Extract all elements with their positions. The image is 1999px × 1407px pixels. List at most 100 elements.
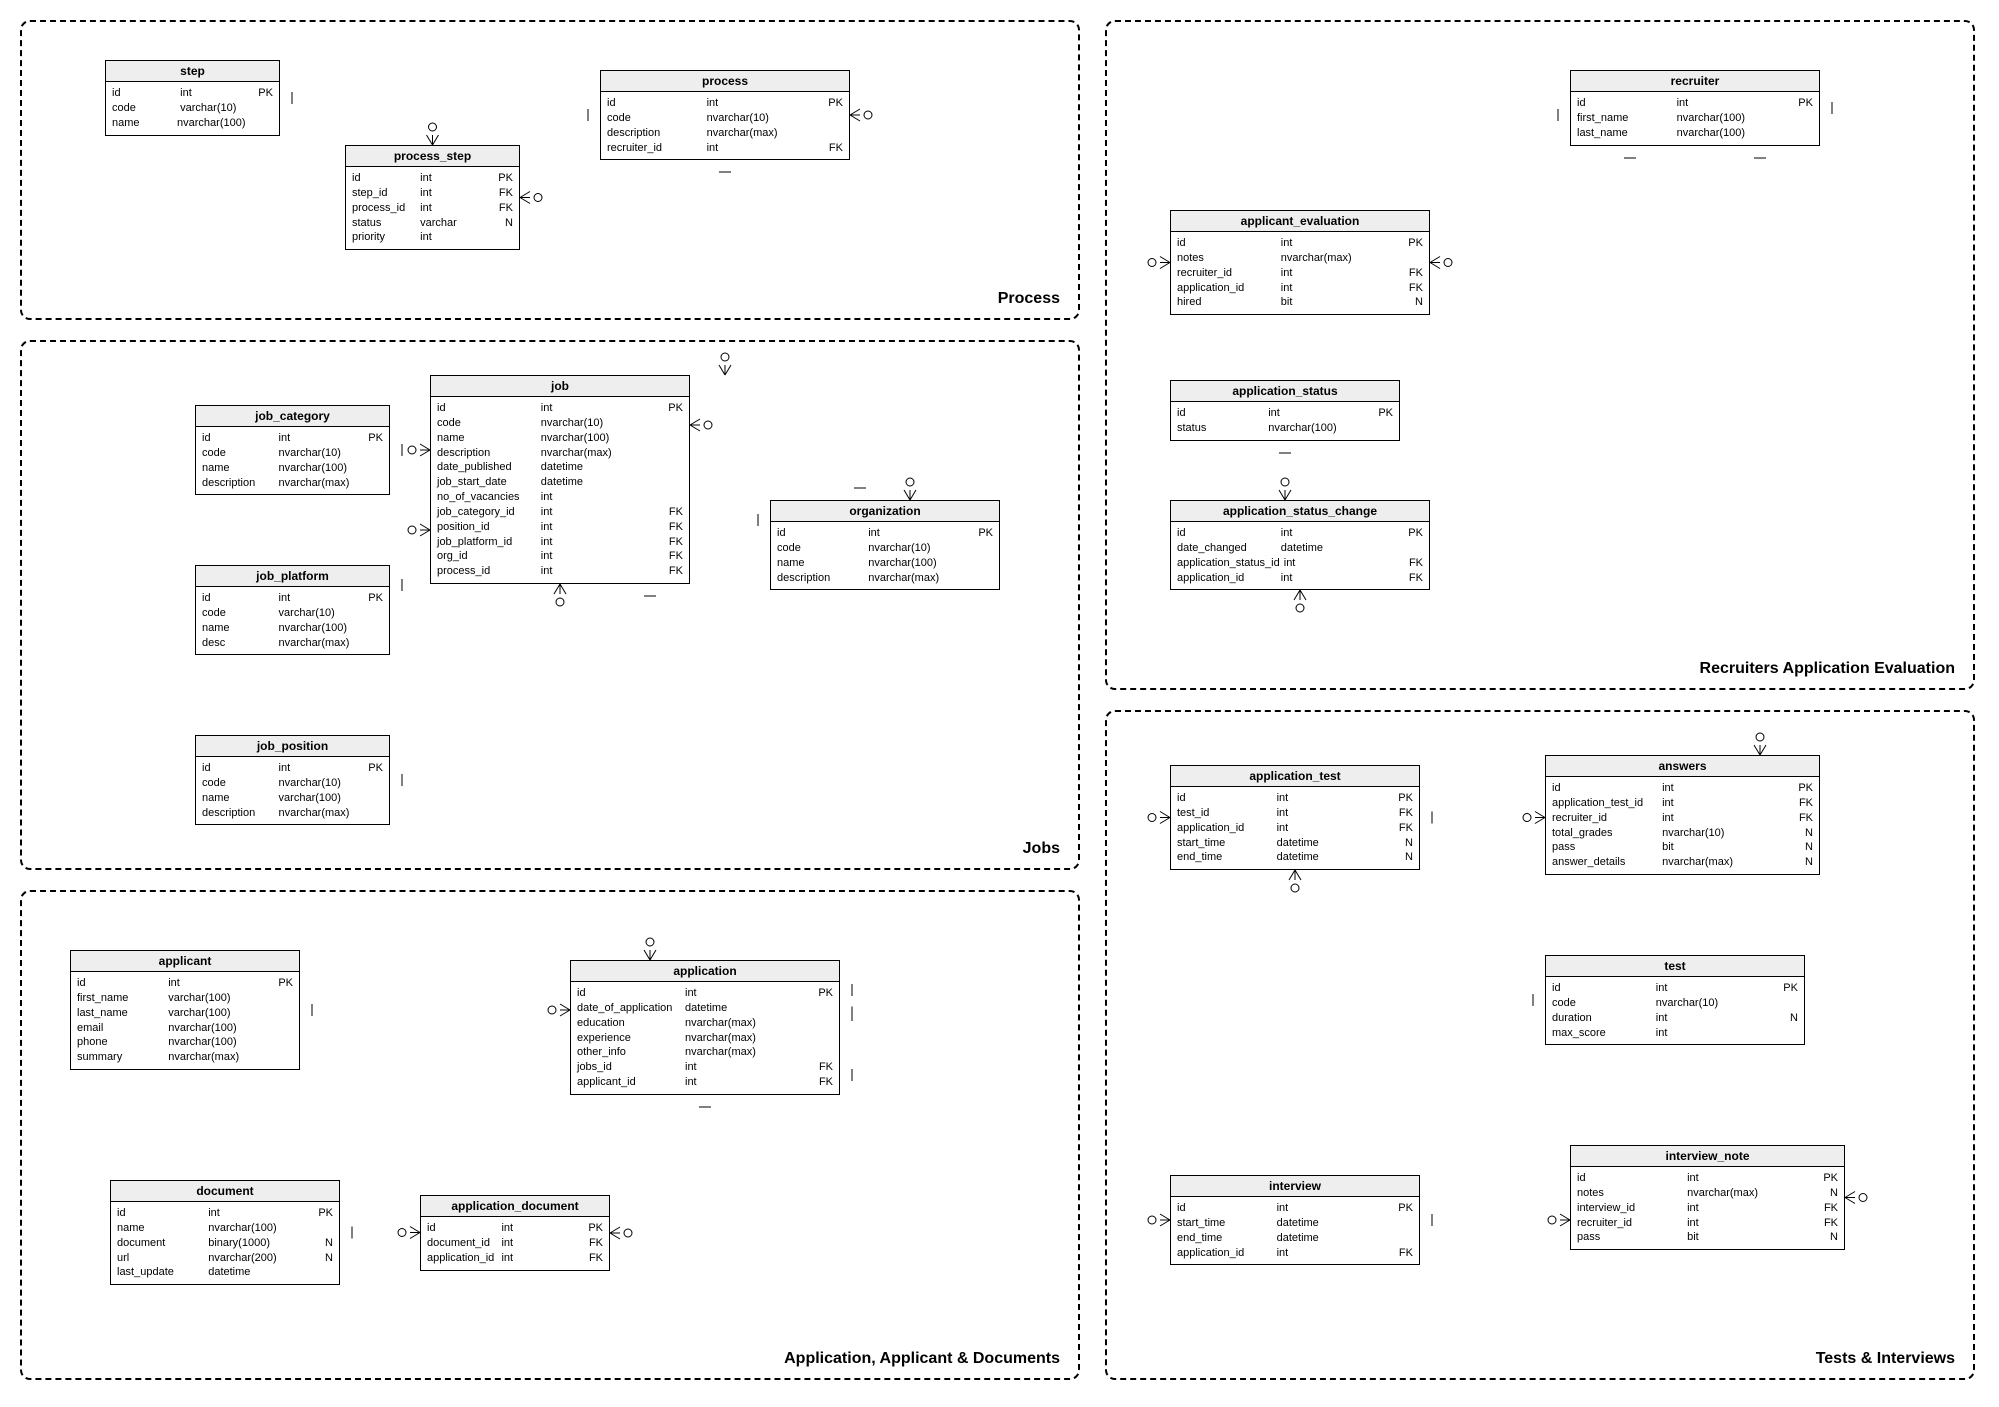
column-row: document_idintFK [427, 1236, 603, 1251]
col-name: date_published [437, 460, 537, 475]
col-type: int [541, 564, 641, 579]
entity-process_step: process_stepidintPKstep_idintFKprocess_i… [345, 145, 520, 250]
col-key [250, 116, 273, 131]
column-row: phonenvarchar(100) [77, 1035, 293, 1050]
col-name: name [202, 621, 275, 636]
col-key: PK [645, 401, 683, 416]
column-row: codenvarchar(10) [777, 541, 993, 556]
entity-title: interview_note [1571, 1146, 1844, 1167]
col-type: nvarchar(100) [168, 1035, 255, 1050]
col-type: int [868, 526, 955, 541]
col-key: N [1376, 836, 1413, 851]
entity-job_position: job_positionidintPKcodenvarchar(10)namev… [195, 735, 390, 825]
entity-title: application_status [1171, 381, 1399, 402]
col-name: name [112, 116, 173, 131]
col-name: id [112, 86, 176, 101]
col-key [793, 1031, 833, 1046]
col-type: datetime [541, 475, 641, 490]
col-type: varchar(100) [168, 1006, 255, 1021]
column-row: codenvarchar(10) [1552, 996, 1798, 1011]
entity-organization: organizationidintPKcodenvarchar(10)namen… [770, 500, 1000, 590]
col-name: code [112, 101, 176, 116]
col-name: description [202, 806, 275, 821]
col-name: id [1177, 406, 1264, 421]
col-type: int [420, 201, 484, 216]
col-type: int [501, 1236, 571, 1251]
column-row: codenvarchar(10) [202, 776, 383, 791]
entity-job_platform: job_platformidintPKcodevarchar(10)namenv… [195, 565, 390, 655]
col-key: FK [576, 1251, 603, 1266]
col-key: PK [248, 86, 273, 101]
col-name: total_grades [1552, 826, 1658, 841]
col-name: id [1177, 526, 1277, 541]
col-name: job_start_date [437, 475, 537, 490]
column-row: idintPK [1177, 1201, 1413, 1216]
column-row: emailnvarchar(100) [77, 1021, 293, 1036]
col-name: id [352, 171, 416, 186]
col-key [1760, 996, 1798, 1011]
entity-title: application_status_change [1171, 501, 1429, 522]
col-key [959, 571, 993, 586]
col-key: PK [488, 171, 513, 186]
col-key [355, 461, 383, 476]
col-type: int [1277, 821, 1373, 836]
column-row: recruiter_idintFK [1177, 266, 1423, 281]
column-row: job_start_date datetime [437, 475, 683, 490]
col-name: status [1177, 421, 1264, 436]
col-key [488, 230, 513, 245]
entity-title: application_document [421, 1196, 609, 1217]
column-row: jobs_idintFK [577, 1060, 833, 1075]
col-name: code [437, 416, 537, 431]
col-key [806, 126, 843, 141]
col-key [355, 636, 383, 651]
column-row: job_platform_idintFK [437, 535, 683, 550]
entity-applicant: applicantidintPKfirst_namevarchar(100)la… [70, 950, 300, 1070]
col-type: int [168, 976, 255, 991]
column-row: application_idintFK [427, 1251, 603, 1266]
col-type: nvarchar(100) [1677, 126, 1773, 141]
col-name: application_id [1177, 1246, 1273, 1261]
column-row: other_infonvarchar(max) [577, 1045, 833, 1060]
col-name: id [1177, 1201, 1273, 1216]
column-row: start_timedatetime [1177, 1216, 1413, 1231]
column-row: date_changeddatetime [1177, 541, 1423, 556]
col-type: nvarchar(max) [707, 126, 803, 141]
col-type: bit [1281, 295, 1381, 310]
entity-interview: interviewidintPKstart_timedatetimeend_ti… [1170, 1175, 1420, 1265]
col-name: application_test_id [1552, 796, 1658, 811]
col-type: nvarchar(200) [208, 1251, 295, 1266]
col-type: int [1656, 1011, 1756, 1026]
col-name: last_name [1577, 126, 1673, 141]
column-row: idintPK [1177, 236, 1423, 251]
col-key [1760, 1026, 1798, 1041]
col-key: FK [645, 535, 683, 550]
column-row: idintPK [202, 761, 383, 776]
col-key: N [1760, 1011, 1798, 1026]
col-key: PK [1385, 236, 1423, 251]
col-name: process_id [352, 201, 416, 216]
column-row: namenvarchar(100) [777, 556, 993, 571]
col-key [645, 446, 683, 461]
col-key [299, 1265, 333, 1280]
entity-applicant_evaluation: applicant_evaluationidintPKnotesnvarchar… [1170, 210, 1430, 315]
col-type: int [1277, 1201, 1373, 1216]
col-key [1776, 111, 1813, 126]
column-row: educationnvarchar(max) [577, 1016, 833, 1031]
col-name: document_id [427, 1236, 497, 1251]
col-name: recruiter_id [1177, 266, 1277, 281]
entity-process: processidintPKcodenvarchar(10)descriptio… [600, 70, 850, 160]
col-type: nvarchar(max) [279, 806, 352, 821]
column-row: application_status_idintFK [1177, 556, 1423, 571]
column-row: notesnvarchar(max)N [1577, 1186, 1838, 1201]
col-name: end_time [1177, 1231, 1273, 1246]
col-type: int [1662, 811, 1768, 826]
column-row: position_idintFK [437, 520, 683, 535]
erd-canvas: ProcessRecruiters Application Evaluation… [0, 0, 1999, 1407]
col-type: nvarchar(max) [685, 1016, 789, 1031]
entity-title: applicant_evaluation [1171, 211, 1429, 232]
col-key: FK [488, 201, 513, 216]
column-row: last_namevarchar(100) [77, 1006, 293, 1021]
entity-title: organization [771, 501, 999, 522]
col-name: date_of_application [577, 1001, 681, 1016]
col-key [645, 490, 683, 505]
